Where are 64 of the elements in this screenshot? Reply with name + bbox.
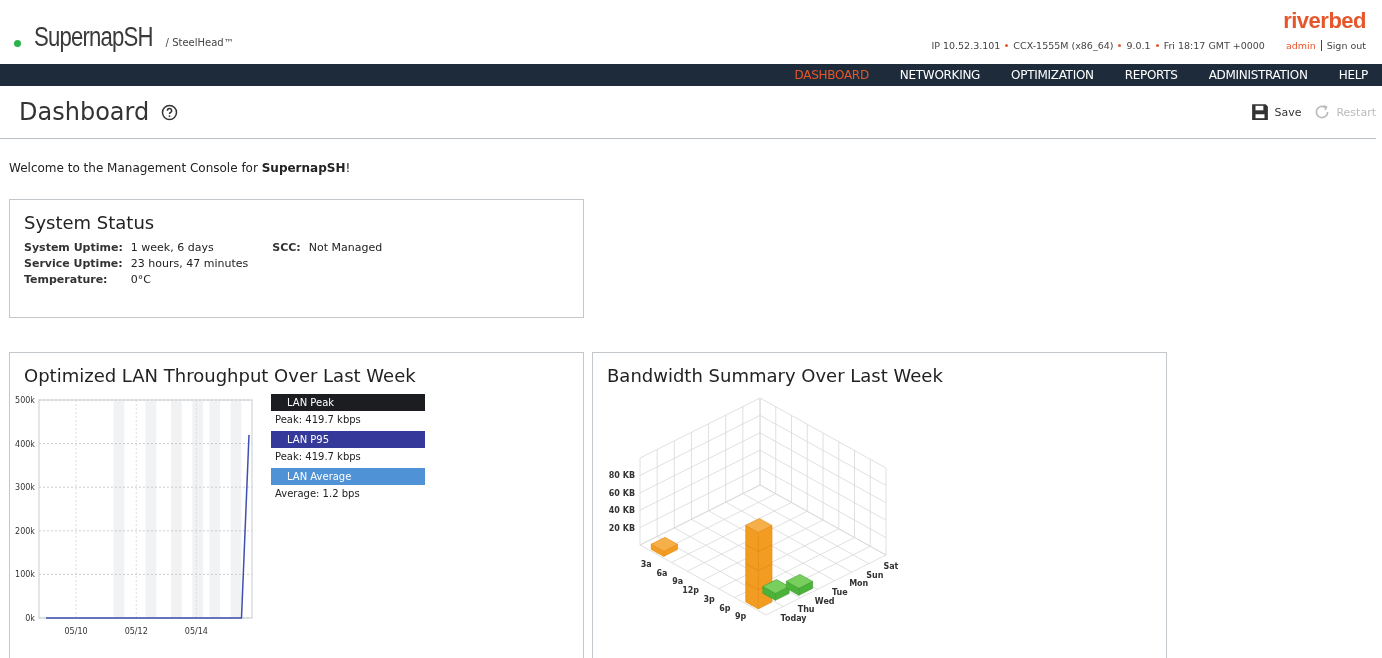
day-label: Tue (832, 588, 848, 597)
welcome-message: Welcome to the Management Console for SupernapSH! (9, 161, 352, 175)
y-tick-label: 100k (15, 570, 35, 580)
status-value: 0°C (130, 273, 152, 286)
product-name: SupernapSH (34, 22, 153, 53)
nav-tab[interactable]: NETWORKING (899, 68, 981, 82)
brand-logo: riverbed (1283, 8, 1366, 34)
save-button[interactable]: Save (1251, 103, 1302, 121)
nav-tab[interactable]: REPORTS (1124, 68, 1178, 82)
legend-item: LAN P95 (271, 431, 425, 448)
product-subtitle: / SteelHead™ (165, 37, 234, 48)
device-info: 9.0.1 (1126, 40, 1151, 51)
device-info: IP 10.52.3.101 (931, 40, 1001, 51)
x-tick-label: 05/14 (184, 627, 208, 636)
day-label: Sun (866, 570, 884, 580)
hour-label: 3a (640, 559, 652, 569)
y-tick-label: 400k (15, 439, 35, 449)
legend-detail: Peak: 419.7 kbps (274, 413, 362, 427)
status-label: System Uptime: (24, 241, 123, 254)
day-label: Sat (883, 562, 899, 572)
y-axis-label: 60 KB (608, 488, 635, 498)
y-tick-label: 0k (25, 614, 35, 623)
hour-label: 3p (703, 594, 715, 604)
device-info: CCX-1555M (x86_64) (1013, 40, 1114, 51)
card-title: Optimized LAN Throughput Over Last Week (24, 365, 417, 386)
y-axis-label: 40 KB (608, 506, 635, 516)
status-dot (14, 39, 21, 47)
y-axis-label: 80 KB (608, 471, 635, 481)
x-tick-label: 05/10 (64, 627, 88, 636)
status-value: 23 hours, 47 minutes (130, 257, 249, 270)
hour-label: 6p (719, 603, 731, 613)
nav-tab[interactable]: OPTIMIZATION (1011, 68, 1094, 82)
nav-tab[interactable]: HELP (1338, 68, 1368, 82)
help-icon[interactable] (161, 103, 179, 121)
page-title: Dashboard (19, 98, 150, 126)
nav-tab[interactable]: ADMINISTRATION (1208, 68, 1308, 82)
hour-label: 12p (682, 586, 699, 595)
day-label: Today (780, 613, 807, 623)
y-tick-label: 300k (15, 483, 35, 493)
day-label: Thu (797, 605, 815, 615)
day-label: Wed (814, 596, 835, 606)
y-axis-label: 20 KB (608, 523, 635, 533)
status-label: Temperature: (24, 273, 109, 286)
status-label: SCC: (272, 241, 301, 254)
status-value: Not Managed (308, 241, 383, 254)
legend-detail: Average: 1.2 bps (274, 487, 361, 501)
day-label: Mon (849, 579, 869, 589)
y-tick-label: 500k (15, 396, 35, 405)
y-tick-label: 200k (15, 526, 35, 536)
card-title: System Status (24, 212, 156, 233)
hour-label: 9a (672, 577, 684, 587)
sign-out-link[interactable]: Sign out (1320, 40, 1366, 51)
device-info: Fri 18:17 GMT +0000 (1163, 40, 1265, 51)
hour-label: 9p (734, 612, 747, 622)
legend-item: LAN Peak (271, 394, 425, 411)
hour-label: 6a (656, 568, 668, 578)
status-label: Service Uptime: (24, 257, 123, 270)
legend-item: LAN Average (271, 468, 425, 485)
user-link[interactable]: admin (1285, 40, 1316, 51)
card-title: Bandwidth Summary Over Last Week (607, 365, 944, 386)
status-value: 1 week, 6 days (130, 241, 215, 254)
x-tick-label: 05/12 (124, 627, 148, 636)
legend-detail: Peak: 419.7 kbps (274, 450, 362, 464)
nav-tab[interactable]: DASHBOARD (794, 68, 869, 82)
